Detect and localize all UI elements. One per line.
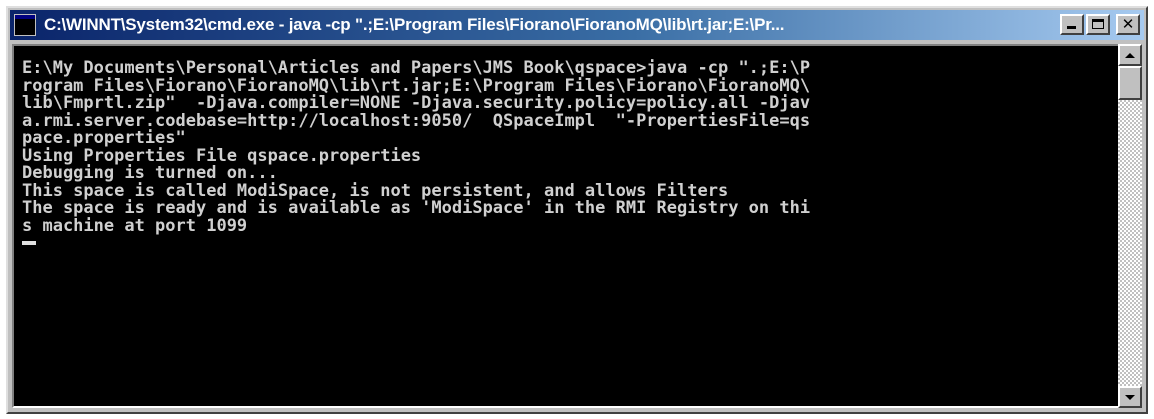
- minimize-icon: [1067, 26, 1076, 29]
- icon-bar: [15, 15, 35, 19]
- console-line: lib\Fmprtl.zip" -Djava.compiler=NONE -Dj…: [22, 93, 811, 113]
- console-line: a.rmi.server.codebase=http://localhost:9…: [22, 110, 811, 131]
- arrow-down-icon: [1125, 394, 1135, 400]
- window-controls: ✕: [1060, 14, 1140, 35]
- title-bar[interactable]: C:\WINNT\System32\cmd.exe - java -cp ".;…: [10, 10, 1144, 40]
- minimize-button[interactable]: [1060, 14, 1084, 35]
- console-output[interactable]: E:\My Documents\Personal\Articles and Pa…: [12, 44, 1120, 408]
- console-line: s machine at port 1099: [22, 215, 248, 236]
- scroll-thumb[interactable]: [1118, 66, 1142, 100]
- text-cursor: [22, 241, 36, 245]
- vertical-scrollbar[interactable]: [1118, 44, 1142, 408]
- console-line: pace.properties": [22, 128, 186, 148]
- cmd-window: C:\WINNT\System32\cmd.exe - java -cp ".;…: [6, 6, 1148, 414]
- maximize-button[interactable]: [1086, 14, 1110, 35]
- window-title: C:\WINNT\System32\cmd.exe - java -cp ".;…: [44, 15, 785, 34]
- scroll-down-button[interactable]: [1118, 386, 1142, 408]
- console-line: E:\My Documents\Personal\Articles and Pa…: [22, 58, 811, 78]
- arrow-up-icon: [1125, 52, 1135, 58]
- cmd-prompt-icon[interactable]: [14, 14, 36, 36]
- maximize-icon: [1092, 19, 1104, 29]
- scroll-up-button[interactable]: [1118, 44, 1142, 66]
- close-button[interactable]: ✕: [1116, 14, 1140, 35]
- console-line: Debugging is turned on...: [22, 163, 278, 183]
- console-line: The space is ready and is available as '…: [22, 198, 811, 218]
- close-icon: ✕: [1121, 15, 1135, 33]
